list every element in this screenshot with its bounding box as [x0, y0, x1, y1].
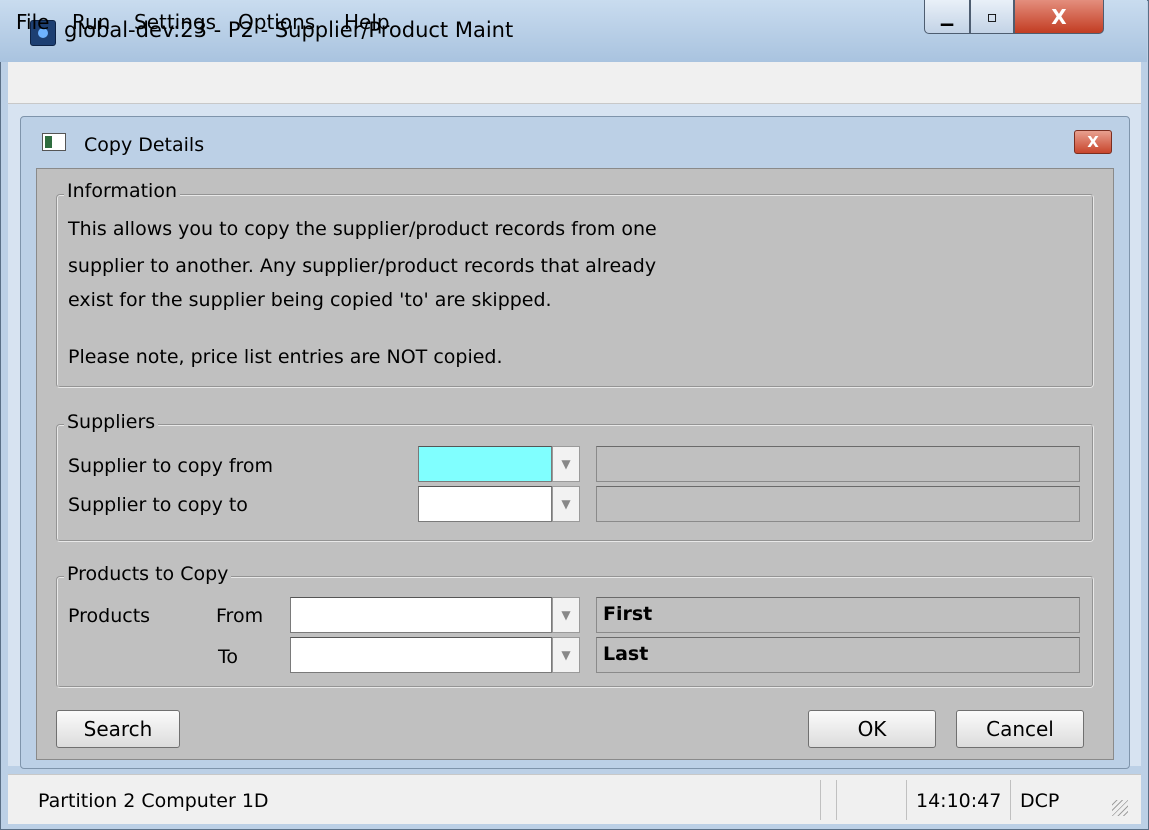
menu-bar	[8, 62, 1141, 104]
products-group-label: Products to Copy	[64, 563, 232, 585]
status-divider	[836, 780, 837, 820]
supplier-to-dropdown[interactable]: ▼	[552, 486, 580, 522]
status-partition: Partition 2 Computer 1D	[38, 790, 269, 812]
maximize-icon: ▫	[986, 7, 998, 26]
products-to-input[interactable]	[290, 637, 552, 673]
menu-options[interactable]: Options	[238, 10, 315, 34]
suppliers-group-label: Suppliers	[64, 411, 159, 433]
info-text-line: This allows you to copy the supplier/pro…	[68, 218, 657, 240]
supplier-from-description	[596, 446, 1080, 482]
supplier-from-dropdown[interactable]: ▼	[552, 446, 580, 482]
status-divider	[1010, 780, 1011, 820]
status-mode: DCP	[1020, 790, 1060, 812]
chevron-down-icon: ▼	[561, 648, 571, 662]
products-from-input[interactable]	[290, 597, 552, 633]
close-window-button[interactable]: X	[1014, 0, 1104, 34]
search-button[interactable]: Search	[56, 710, 180, 748]
menu-help[interactable]: Help	[344, 10, 390, 34]
dialog-title: Copy Details	[84, 134, 205, 156]
products-label: Products	[68, 605, 151, 627]
close-icon: X	[1051, 4, 1067, 29]
products-from-dropdown[interactable]: ▼	[552, 597, 580, 633]
chevron-down-icon: ▼	[561, 608, 571, 622]
menu-run[interactable]: Run	[72, 10, 110, 34]
status-divider	[906, 780, 907, 820]
supplier-to-description	[596, 486, 1080, 522]
products-to-dropdown[interactable]: ▼	[552, 637, 580, 673]
products-from-description: First	[596, 597, 1080, 633]
status-time: 14:10:47	[916, 790, 1002, 812]
close-icon: X	[1087, 133, 1099, 151]
dialog-window-icon	[42, 133, 66, 151]
info-text-line: exist for the supplier being copied 'to'…	[68, 289, 552, 311]
menu-file[interactable]: File	[16, 10, 49, 34]
information-group-label: Information	[64, 180, 180, 202]
status-divider	[820, 780, 821, 820]
minimize-button[interactable]: ▁	[924, 0, 970, 34]
products-to-label: To	[218, 646, 239, 668]
minimize-icon: ▁	[940, 7, 954, 26]
info-text-line: Please note, price list entries are NOT …	[68, 346, 503, 368]
resize-grip-icon[interactable]	[1112, 800, 1128, 816]
info-text-line: supplier to another. Any supplier/produc…	[68, 255, 657, 277]
dialog-close-button[interactable]: X	[1074, 130, 1112, 154]
maximize-button[interactable]: ▫	[970, 0, 1014, 34]
products-from-label: From	[216, 605, 264, 627]
suppliers-group	[56, 424, 1094, 542]
menu-settings[interactable]: Settings	[134, 10, 216, 34]
supplier-to-input[interactable]	[418, 486, 552, 522]
products-to-description: Last	[596, 637, 1080, 673]
chevron-down-icon: ▼	[561, 457, 571, 471]
supplier-from-input[interactable]	[418, 446, 552, 482]
cancel-button[interactable]: Cancel	[956, 710, 1084, 748]
chevron-down-icon: ▼	[561, 497, 571, 511]
supplier-from-label: Supplier to copy from	[68, 455, 274, 477]
supplier-to-label: Supplier to copy to	[68, 494, 248, 516]
ok-button[interactable]: OK	[808, 710, 936, 748]
